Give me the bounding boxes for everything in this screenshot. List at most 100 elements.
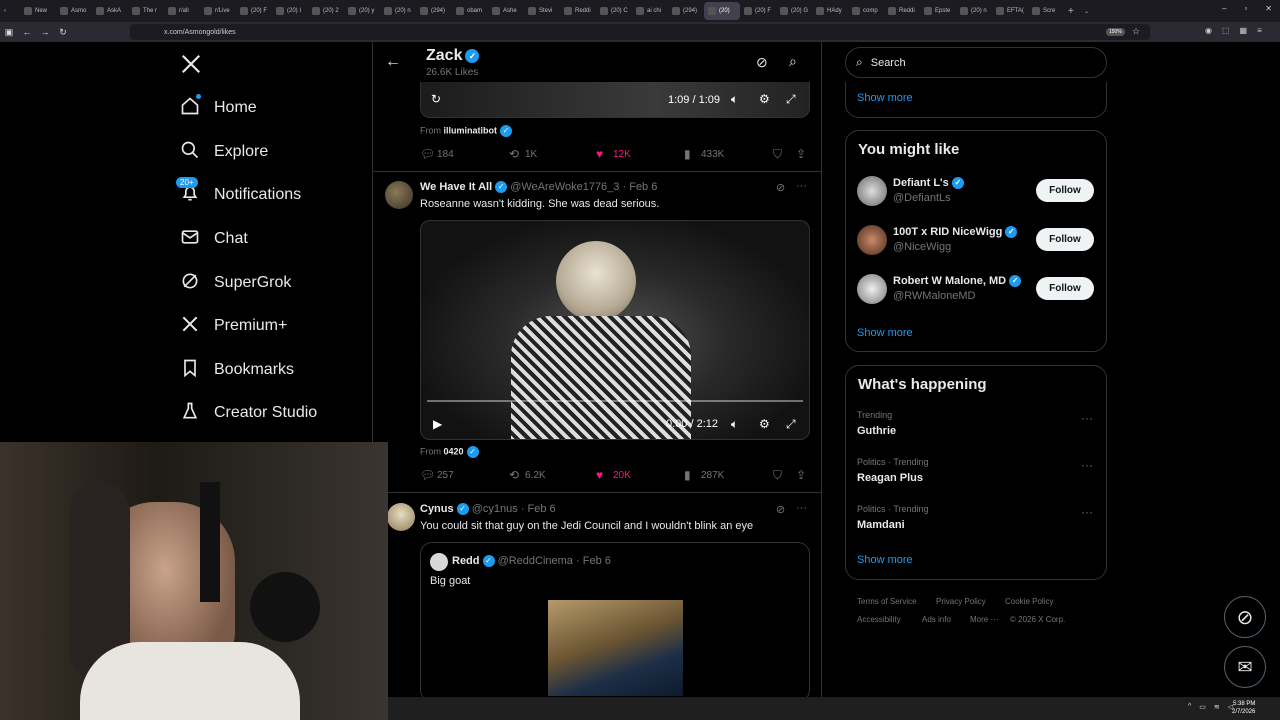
post-date[interactable]: Feb 6 [629,181,657,193]
fullscreen-icon[interactable]: ⤢ [786,417,796,432]
source-account[interactable]: illuminatibot [444,125,498,135]
maximize-icon[interactable]: ▫ [1244,4,1247,13]
footer-link[interactable]: Accessibility [857,615,901,624]
network-icon[interactable]: ▭ [1199,703,1206,711]
browser-tab[interactable]: r/all [164,2,200,20]
fullscreen-icon[interactable]: ⤢ [786,92,796,107]
messages-fab[interactable]: ✉ [1224,646,1266,688]
minimize-icon[interactable]: – [1222,4,1226,13]
volume-icon[interactable]: 🔈︎ [731,417,738,432]
show-more-link[interactable]: Show more [857,92,913,104]
browser-tab[interactable]: Stevi [524,2,560,20]
browser-tab[interactable]: (20) n [380,2,416,20]
url-bar[interactable]: x.com/Asmongold/likes [130,24,1150,40]
suggestion-handle[interactable]: @DefiantLs [893,192,951,204]
settings-icon[interactable]: ⚙ [759,92,770,106]
video-player[interactable]: ↻ 1:09 / 1:09 🔈︎ ⚙ ⤢ [420,82,810,118]
sidebar-item-supergrok[interactable]: SuperGrok [180,268,291,298]
zoom-indicator[interactable]: 150% [1106,28,1125,36]
sidebar-item-home[interactable]: Home [180,93,257,123]
footer-link[interactable]: More ··· [970,615,998,624]
taskbar-clock[interactable]: 5:38 PM 2/7/2026 [1232,700,1255,716]
browser-tab[interactable]: Asmo [56,2,92,20]
trend-name[interactable]: Mamdani [857,519,905,531]
account-icon[interactable]: ◉ [1205,26,1212,35]
share-icon[interactable]: ⇪ [796,468,806,482]
sidebar-item-creator-studio[interactable]: Creator Studio [180,398,317,428]
suggestion-name[interactable]: Defiant L's ✓ [893,177,964,190]
follow-button[interactable]: Follow [1036,277,1094,300]
share-icon[interactable]: ⇪ [796,147,806,161]
browser-tab[interactable]: New [20,2,56,20]
source-account[interactable]: 0420 [444,446,464,456]
footer-link[interactable]: © 2026 X Corp. [1010,615,1065,624]
trend-name[interactable]: Reagan Plus [857,472,923,484]
more-options-icon[interactable]: ··· [796,502,807,514]
more-options-icon[interactable]: ··· [1081,458,1093,472]
avatar[interactable] [857,225,887,255]
video-player[interactable]: ▶ 0:00 / 2:12 🔈︎ ⚙ ⤢ [420,220,810,440]
sidebar-toggle-icon[interactable]: ▣ [0,27,18,38]
browser-tab[interactable]: (20) I [272,2,308,20]
tab-overflow-icon[interactable]: ⌄ [1080,2,1096,20]
quote-author-handle[interactable]: @ReddCinema [498,555,573,567]
tab-list-button[interactable]: ‹ [0,2,20,20]
browser-tab[interactable]: (20) F [740,2,776,20]
footer-link[interactable]: Cookie Policy [1005,597,1053,606]
quote-tweet[interactable]: Redd ✓ @ReddCinema · Feb 6 Big goat [420,542,810,702]
like-icon[interactable]: ♥ [596,147,603,161]
suggestion-name[interactable]: 100T x RID NiceWigg ✓ [893,226,1018,239]
browser-tab[interactable]: (20) y [344,2,380,20]
volume-icon[interactable]: 🔈︎ [731,92,738,107]
avatar[interactable] [387,503,415,531]
grok-fab[interactable]: ⊘ [1224,596,1266,638]
tray-chevron-icon[interactable]: ^ [1188,703,1191,711]
video-progress-track[interactable] [427,400,803,402]
suggestion-handle[interactable]: @NiceWigg [893,241,951,253]
extension-icon[interactable]: ▦ [1240,26,1248,35]
browser-tab[interactable]: (20) F [236,2,272,20]
quote-image[interactable] [548,600,683,696]
quote-author-name[interactable]: Redd [452,555,480,567]
browser-tab[interactable]: Reddi [560,2,596,20]
forward-icon[interactable]: → [36,27,54,37]
sidebar-item-premium[interactable]: Premium+ [180,311,287,341]
footer-link[interactable]: Terms of Service [857,597,917,606]
browser-tab[interactable]: HAdy [812,2,848,20]
author-name[interactable]: We Have It All [420,181,492,193]
repost-icon[interactable]: ⟲ [509,147,519,161]
bookmark-icon[interactable]: ⛉ [773,147,782,162]
grok-icon[interactable]: ⊘ [776,503,785,516]
more-options-icon[interactable]: ··· [796,180,807,192]
trend-name[interactable]: Guthrie [857,425,896,437]
sidebar-item-chat[interactable]: Chat [180,224,248,254]
browser-tab[interactable]: The r [128,2,164,20]
back-arrow-icon[interactable]: ← [385,53,401,71]
close-window-icon[interactable]: ✕ [1265,4,1272,13]
extensions-icon[interactable]: ⬚ [1222,26,1230,35]
browser-tab[interactable]: comp [848,2,884,20]
browser-tab[interactable]: Reddi [884,2,920,20]
replay-icon[interactable]: ↻ [431,92,441,106]
browser-tab[interactable]: Ashe [488,2,524,20]
browser-tab[interactable]: r/Live [200,2,236,20]
like-icon[interactable]: ♥ [596,468,603,482]
suggestion-name[interactable]: Robert W Malone, MD ✓ [893,275,1022,288]
reply-icon[interactable]: 💬︎ [420,468,435,482]
browser-tab[interactable]: Scre [1028,2,1064,20]
footer-link[interactable]: Privacy Policy [936,597,986,606]
follow-button[interactable]: Follow [1036,179,1094,202]
reply-icon[interactable]: 💬︎ [420,147,435,161]
browser-tab[interactable]: (20) C [596,2,632,20]
quote-date[interactable]: Feb 6 [583,555,611,567]
browser-tab[interactable]: (20) 2 [308,2,344,20]
back-icon[interactable]: ← [18,27,36,37]
reload-icon[interactable]: ↻ [54,27,72,38]
bookmark-icon[interactable]: ⛉ [773,468,782,483]
browser-tab[interactable]: EFTA( [992,2,1028,20]
new-tab-button[interactable]: + [1064,2,1080,20]
sidebar-item-bookmarks[interactable]: Bookmarks [180,355,294,385]
grok-icon[interactable]: ⊘ [756,54,768,71]
browser-tab[interactable]: (20) n [956,2,992,20]
avatar[interactable] [857,274,887,304]
